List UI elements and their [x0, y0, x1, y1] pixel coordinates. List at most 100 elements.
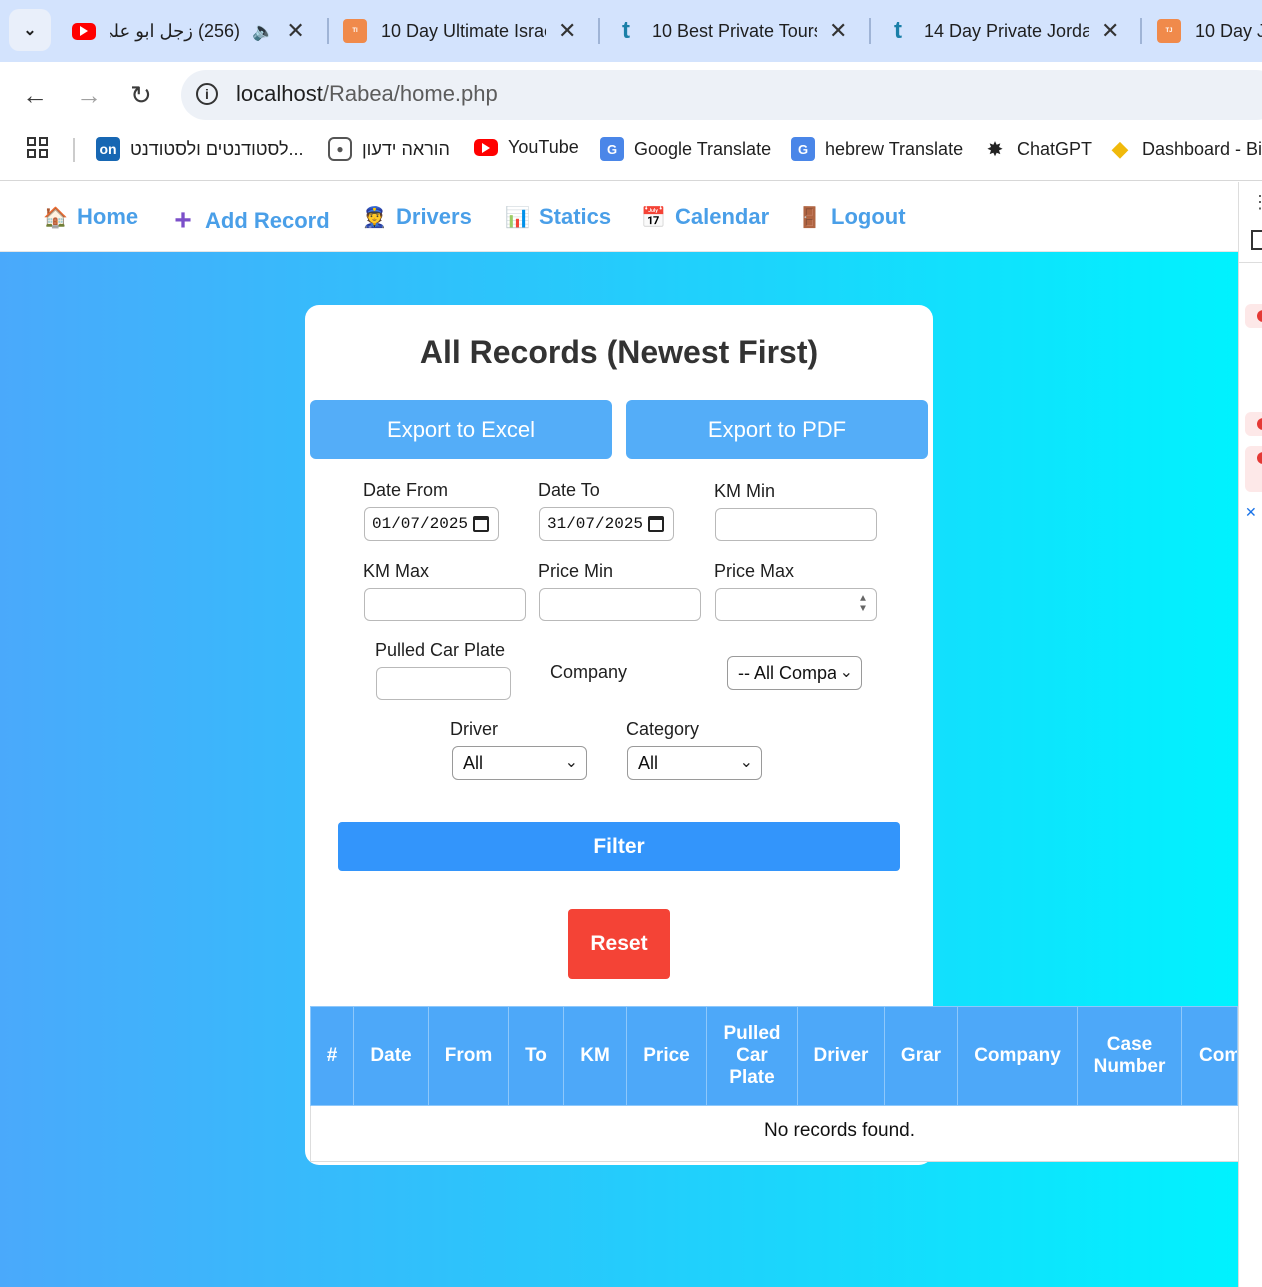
pulled-car-plate-label: Pulled Car Plate — [375, 640, 506, 660]
km-max-input[interactable] — [364, 588, 526, 621]
records-table-header: # Date From To KM Price Pulled Car Plate… — [310, 1006, 1238, 1106]
column-header[interactable]: Company — [958, 1007, 1078, 1105]
tripadvisor-icon: t — [894, 17, 902, 44]
bookmark-item[interactable]: on לסטודנטים ולסטודנט... — [96, 137, 304, 161]
column-header[interactable]: Date — [354, 1007, 429, 1105]
browser-tab-4[interactable]: t 14 Day Private Jordan ✕ — [886, 10, 1126, 52]
company-select[interactable]: -- All Compa ⌄ — [727, 656, 862, 690]
tab-separator — [1140, 18, 1142, 44]
filter-button[interactable]: Filter — [338, 822, 900, 871]
tab-title: 10 Day Jo — [1195, 20, 1262, 41]
youtube-icon — [72, 22, 96, 40]
bookmark-item[interactable]: ● הוראה ידעון — [328, 137, 450, 161]
bookmark-item[interactable]: G hebrew Translate — [791, 137, 963, 161]
nav-statics[interactable]: 📊 Statics — [505, 204, 611, 230]
tab-separator — [327, 18, 329, 44]
browser-tab-5[interactable]: TJ 10 Day Jo — [1157, 10, 1262, 52]
category-label: Category — [626, 719, 700, 739]
category-selected-value: All — [638, 752, 659, 773]
error-indicator-icon — [1245, 304, 1262, 328]
nav-add-record[interactable]: + Add Record — [171, 204, 330, 238]
date-to-input[interactable]: 31/07/2025 — [539, 507, 674, 541]
door-icon: 🚪 — [797, 206, 822, 229]
bookmark-item[interactable]: ✸ ChatGPT — [983, 137, 1092, 161]
nav-drivers[interactable]: 👮 Drivers — [362, 204, 472, 230]
site-info-icon[interactable]: i — [196, 83, 218, 105]
calendar-picker-icon[interactable] — [473, 516, 489, 532]
panel-divider — [1239, 262, 1262, 263]
tab-title: 10 Day Ultimate Israel — [381, 20, 546, 41]
forward-arrow-icon[interactable]: → — [76, 80, 102, 111]
category-select[interactable]: All ⌄ — [627, 746, 762, 780]
number-spinner-icon[interactable]: ▲ ▼ — [860, 595, 866, 615]
lock-bag-icon: ● — [328, 137, 352, 161]
nav-logout[interactable]: 🚪 Logout — [797, 204, 906, 230]
bar-chart-icon: 📊 — [505, 206, 530, 229]
km-max-label: KM Max — [363, 561, 430, 581]
column-header[interactable]: Price — [627, 1007, 707, 1105]
column-header[interactable]: # — [311, 1007, 354, 1105]
export-pdf-button[interactable]: Export to PDF — [626, 400, 928, 459]
column-header[interactable]: Com — [1182, 1007, 1237, 1105]
calendar-picker-icon[interactable] — [648, 516, 664, 532]
close-tab-icon[interactable]: ✕ — [286, 18, 304, 44]
pulled-car-plate-input[interactable] — [376, 667, 511, 700]
price-min-label: Price Min — [538, 561, 614, 581]
tab-search-button[interactable]: ⌄ — [9, 9, 51, 51]
column-header[interactable]: Grar — [885, 1007, 958, 1105]
column-header[interactable]: KM — [564, 1007, 627, 1105]
on-icon: on — [96, 137, 120, 161]
apps-grid-icon[interactable] — [27, 137, 48, 158]
nav-home[interactable]: 🏠 Home — [43, 204, 138, 230]
column-header[interactable]: Driver — [798, 1007, 885, 1105]
close-tab-icon[interactable]: ✕ — [1101, 18, 1119, 44]
back-arrow-icon[interactable]: ← — [22, 80, 48, 111]
tab-title: 10 Best Private Tours — [652, 20, 817, 41]
nav-calendar[interactable]: 📅 Calendar — [641, 204, 769, 230]
browser-tab-1[interactable]: (256) زجل ابو علي 🔈 ✕ — [72, 10, 312, 52]
close-tab-icon[interactable]: ✕ — [558, 18, 576, 44]
speaker-icon[interactable]: 🔈 — [252, 21, 274, 42]
nav-label: Add Record — [205, 208, 330, 233]
driver-icon: 👮 — [362, 206, 387, 229]
column-header[interactable]: Pulled Car Plate — [707, 1007, 798, 1105]
url-host: localhost — [236, 81, 323, 106]
url-text[interactable]: localhost/Rabea/home.php — [236, 81, 498, 107]
bookmark-item[interactable]: YouTube — [474, 137, 579, 158]
nav-label: Home — [77, 204, 139, 229]
reset-button[interactable]: Reset — [568, 909, 670, 979]
price-max-input[interactable]: ▲ ▼ — [715, 588, 877, 621]
date-from-input[interactable]: 01/07/2025 — [364, 507, 499, 541]
bookmark-item[interactable]: G Google Translate — [600, 137, 771, 161]
bookmark-label: Dashboard - Bi — [1142, 138, 1262, 159]
close-icon[interactable]: ✕ — [1245, 504, 1257, 521]
sidebar-toggle-icon[interactable] — [1251, 230, 1262, 250]
bookmark-item[interactable]: ◆ Dashboard - Bi — [1108, 136, 1262, 161]
column-header[interactable]: To — [509, 1007, 564, 1105]
column-header[interactable]: Case Number — [1078, 1007, 1182, 1105]
browser-tab-3[interactable]: t 10 Best Private Tours ✕ — [614, 10, 854, 52]
tab-title: 14 Day Private Jordan — [924, 20, 1089, 41]
close-tab-icon[interactable]: ✕ — [829, 18, 847, 44]
nav-label: Statics — [539, 204, 612, 229]
price-min-input[interactable] — [539, 588, 701, 621]
date-to-value: 31/07/2025 — [547, 515, 644, 533]
driver-select[interactable]: All ⌄ — [452, 746, 587, 780]
column-header[interactable]: From — [429, 1007, 509, 1105]
driver-selected-value: All — [463, 752, 484, 773]
km-min-input[interactable] — [715, 508, 877, 541]
error-indicator-icon — [1245, 412, 1262, 436]
panel-icon[interactable]: ⋮ — [1251, 192, 1262, 213]
nav-label: Logout — [831, 204, 906, 229]
error-indicator-icon — [1245, 446, 1262, 492]
chevron-down-icon: ⌄ — [839, 664, 853, 681]
reload-icon[interactable]: ↻ — [130, 80, 152, 111]
tripadvisor-icon: t — [622, 17, 630, 44]
translate-icon: G — [791, 137, 815, 161]
chatgpt-icon: ✸ — [986, 138, 1004, 161]
bookmark-label: לסטודנטים ולסטודנט... — [130, 138, 304, 159]
browser-tab-2[interactable]: TI 10 Day Ultimate Israel ✕ — [343, 10, 583, 52]
nav-label: Calendar — [675, 204, 770, 229]
export-excel-button[interactable]: Export to Excel — [310, 400, 612, 459]
side-panel: ⋮ ✕ — [1238, 182, 1262, 1287]
